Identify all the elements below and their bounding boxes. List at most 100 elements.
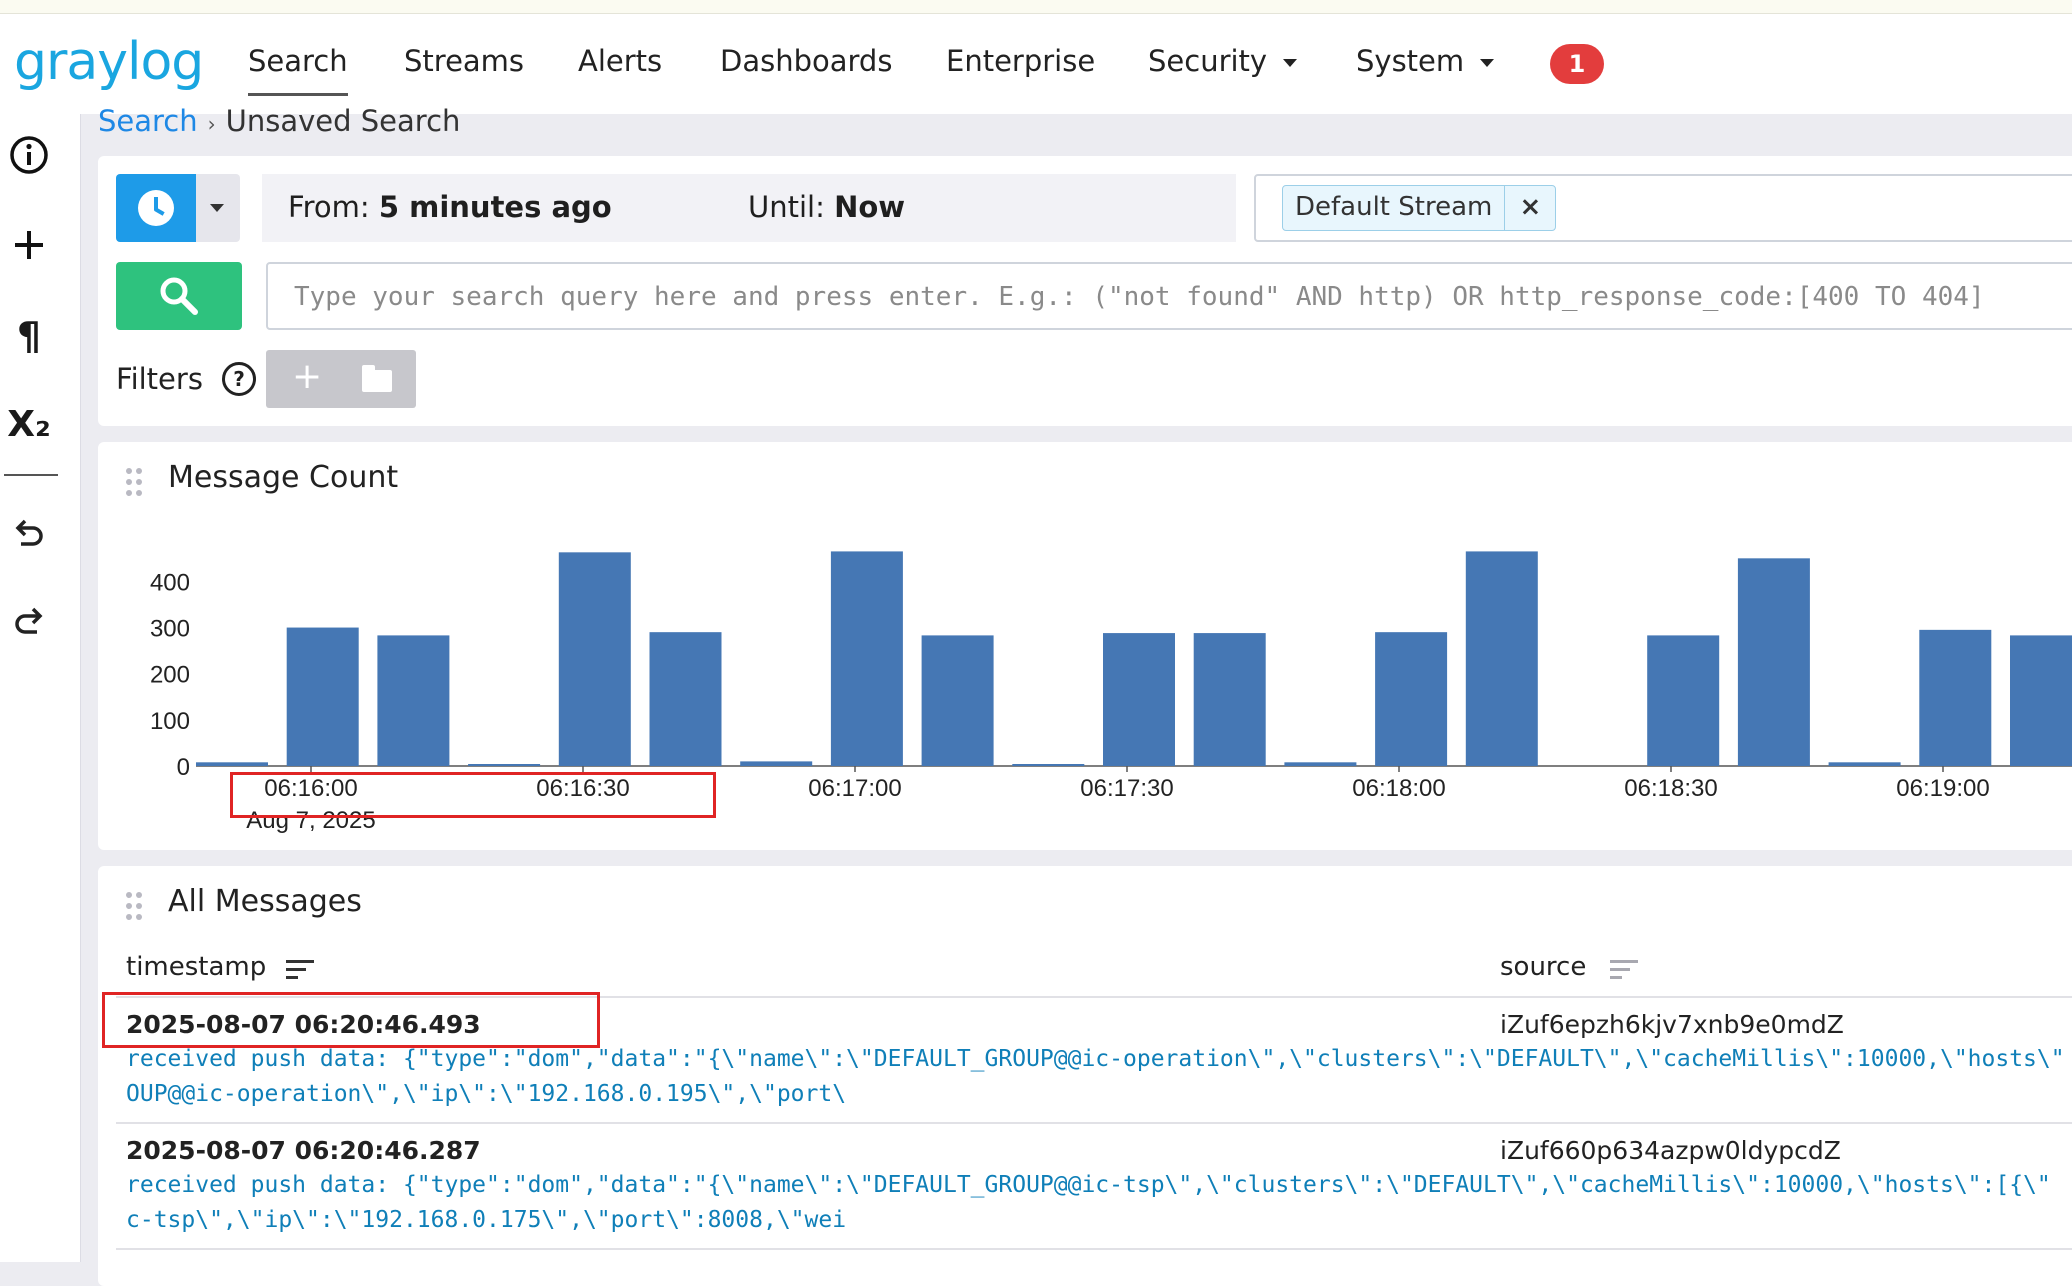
sort-icon[interactable] — [286, 960, 314, 980]
undo-icon[interactable] — [0, 516, 58, 556]
chevron-down-icon — [1283, 59, 1298, 67]
chart-bar[interactable] — [1737, 558, 1810, 766]
message-timestamp: 2025-08-07 06:20:46.287 — [126, 1136, 481, 1165]
stream-chip-label: Default Stream — [1295, 192, 1493, 222]
time-range-type-button[interactable] — [116, 174, 196, 242]
subscript-icon[interactable]: X₂ — [0, 404, 58, 445]
column-header-timestamp[interactable]: timestamp — [126, 952, 266, 982]
search-query-input[interactable] — [268, 264, 2072, 330]
chart-bar[interactable] — [1284, 762, 1357, 766]
nav-search[interactable]: Search — [248, 44, 348, 96]
nav-system-label: System — [1356, 44, 1465, 78]
until-value: Now — [834, 190, 906, 224]
nav-security[interactable]: Security — [1148, 44, 1298, 78]
filter-button-group: + — [266, 350, 416, 408]
from-label: From: — [288, 190, 370, 224]
sidebar-divider — [4, 474, 58, 476]
plus-icon[interactable] — [0, 228, 58, 266]
stream-selector[interactable]: Default Stream × — [1254, 174, 2072, 242]
filters-label: Filters — [116, 362, 203, 396]
chart-bar[interactable] — [1919, 629, 1992, 766]
row-divider — [116, 1122, 2072, 1124]
breadcrumb-current: Unsaved Search — [225, 104, 461, 138]
y-tick-label: 100 — [150, 708, 190, 735]
chevron-down-icon — [210, 204, 224, 212]
pilcrow-icon[interactable]: ¶ — [0, 314, 58, 358]
search-button[interactable] — [116, 262, 242, 330]
left-sidebar: ¶ X₂ — [0, 114, 81, 1262]
chart-bar[interactable] — [1828, 762, 1901, 766]
nav-security-label: Security — [1148, 44, 1268, 78]
highlight-annotation-box — [230, 772, 716, 818]
message-text-line: received push data: {"type":"dom","data"… — [126, 1172, 2051, 1198]
chart-bar[interactable] — [1103, 633, 1175, 766]
x-tick-label: 06:17:30 — [1080, 775, 1173, 802]
chart-bar[interactable] — [196, 762, 268, 766]
sort-icon[interactable] — [1610, 960, 1638, 980]
column-header-source[interactable]: source — [1500, 952, 1586, 982]
nav-alerts[interactable]: Alerts — [578, 44, 662, 78]
chart-bar[interactable] — [468, 764, 541, 766]
message-count-widget: Message Count 0 100 200 300 400 06:16:00 06:16… — [98, 442, 2072, 850]
time-range-display[interactable]: From: 5 minutes ago Until: Now — [262, 174, 1236, 242]
nav-enterprise[interactable]: Enterprise — [946, 44, 1095, 78]
chart-bar[interactable] — [286, 627, 359, 766]
clock-icon — [138, 190, 174, 226]
from-value: 5 minutes ago — [378, 190, 612, 224]
chart-bar[interactable] — [740, 761, 813, 766]
stream-chip: Default Stream × — [1282, 185, 1557, 231]
redo-icon[interactable] — [0, 604, 58, 644]
y-tick-label: 0 — [177, 754, 190, 781]
x-tick-label: 06:19:00 — [1896, 775, 1989, 802]
message-source: iZuf6epzh6kjv7xnb9e0mdZ — [1500, 1010, 1844, 1039]
all-messages-title: All Messages — [168, 884, 362, 919]
time-range-from: From: 5 minutes ago — [288, 190, 612, 224]
message-text-line: c-tsp\",\"ip\":\"192.168.0.175\",\"port\… — [126, 1207, 847, 1233]
time-range-until: Until: Now — [748, 190, 905, 224]
chevron-down-icon — [1480, 59, 1495, 67]
chart-bar[interactable] — [921, 635, 994, 766]
folder-icon[interactable] — [362, 365, 392, 392]
message-source: iZuf660p634azpw0ldypcdZ — [1500, 1136, 1841, 1165]
chart-bar[interactable] — [377, 635, 450, 766]
y-tick-label: 300 — [150, 616, 190, 643]
until-label: Until: — [748, 190, 825, 224]
chart-bar[interactable] — [1193, 633, 1266, 766]
add-filter-button[interactable]: + — [292, 356, 322, 397]
chart-bar[interactable] — [1465, 551, 1538, 766]
graylog-logo[interactable]: graylog — [14, 32, 204, 92]
message-text-line: OUP@@ic-operation\",\"ip\":\"192.168.0.1… — [126, 1081, 847, 1107]
nav-system[interactable]: System — [1356, 44, 1495, 78]
chart-bar[interactable] — [2010, 635, 2072, 766]
notification-badge[interactable]: 1 — [1550, 44, 1604, 84]
breadcrumb: Search › Unsaved Search — [98, 104, 460, 138]
search-bar-panel: From: 5 minutes ago Until: Now Default S… — [98, 156, 2072, 426]
chart-bar[interactable] — [830, 551, 903, 766]
info-icon[interactable] — [0, 134, 58, 180]
nav-dashboards[interactable]: Dashboards — [720, 44, 892, 78]
breadcrumb-separator: › — [207, 112, 216, 136]
x-tick-label: 06:17:00 — [808, 775, 901, 802]
search-query-field[interactable] — [266, 262, 2072, 330]
drag-handle-icon[interactable] — [126, 892, 146, 922]
breadcrumb-search-link[interactable]: Search — [98, 104, 198, 138]
time-range-dropdown-button[interactable] — [196, 174, 240, 242]
chart-bar[interactable] — [1375, 632, 1448, 766]
x-tick-label: 06:18:30 — [1624, 775, 1717, 802]
y-tick-label: 200 — [150, 662, 190, 689]
x-tick-label: 06:18:00 — [1352, 775, 1445, 802]
nav-streams[interactable]: Streams — [404, 44, 524, 78]
chart-bar[interactable] — [649, 632, 722, 766]
chart-bar[interactable] — [558, 552, 631, 766]
remove-stream-icon[interactable]: × — [1504, 186, 1555, 230]
top-navbar: graylog Search Streams Alerts Dashboards… — [0, 14, 2072, 114]
chart-bar[interactable] — [1012, 764, 1085, 766]
highlight-annotation-box — [102, 992, 600, 1048]
y-tick-label: 400 — [150, 569, 190, 596]
top-strip — [0, 0, 2072, 14]
help-icon[interactable]: ? — [222, 362, 256, 396]
all-messages-widget: All Messages timestamp source 2025-08-07… — [98, 866, 2072, 1286]
search-icon — [160, 277, 198, 315]
chart-bar[interactable] — [1647, 635, 1720, 766]
row-divider — [116, 1248, 2072, 1250]
